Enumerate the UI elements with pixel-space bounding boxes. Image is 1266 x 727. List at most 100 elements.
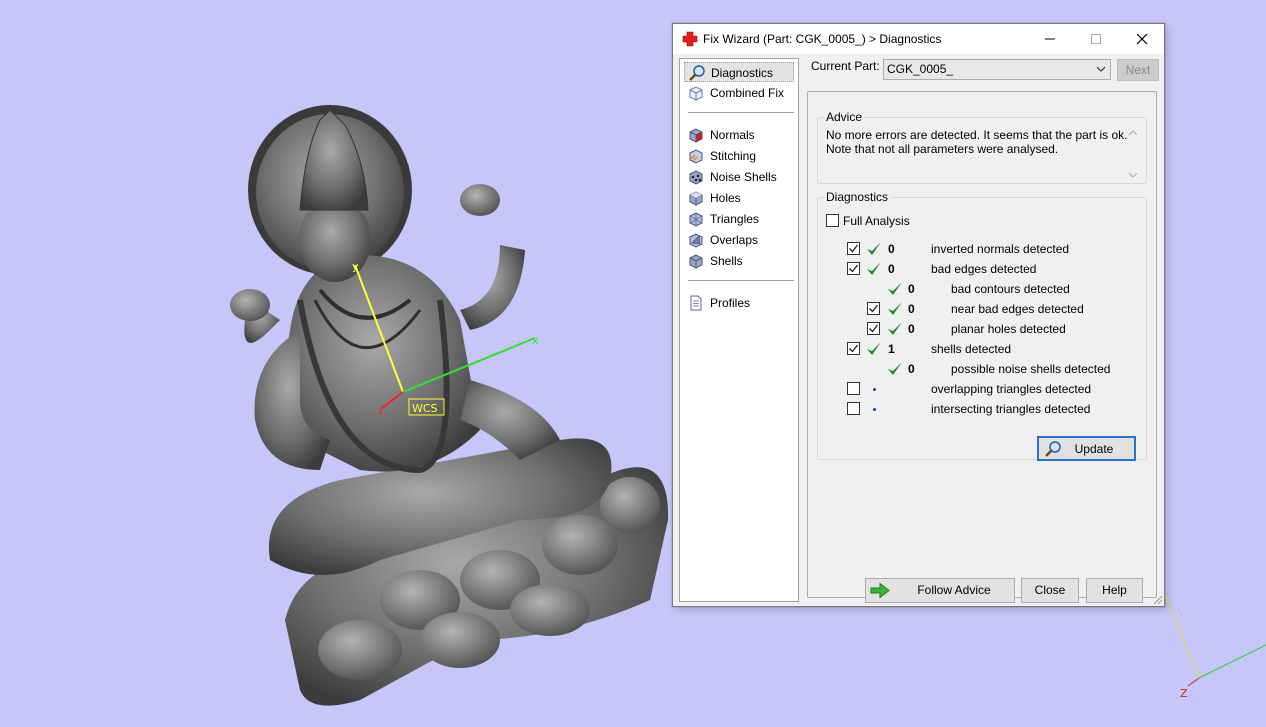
green-arrow-icon <box>870 582 890 599</box>
diagnostics-title: Diagnostics <box>824 190 891 204</box>
nav-label: Profiles <box>710 296 751 310</box>
green-check-icon <box>888 302 902 315</box>
row-count: 0 <box>908 322 915 336</box>
row-checkbox[interactable] <box>847 242 860 255</box>
nav-item-triangles[interactable]: Triangles <box>684 209 794 229</box>
green-check-icon <box>888 362 902 375</box>
nav-label: Normals <box>710 128 755 142</box>
resize-grip-icon[interactable] <box>1151 593 1163 605</box>
row-checkbox[interactable] <box>867 322 880 335</box>
close-window-button[interactable] <box>1119 24 1165 54</box>
advice-scrollbar[interactable] <box>1126 128 1140 182</box>
row-count: 0 <box>908 362 915 376</box>
nav-item-overlaps[interactable]: Overlaps <box>684 230 794 250</box>
advice-line-1: No more errors are detected. It seems th… <box>826 128 1128 142</box>
nav-item-normals[interactable]: Normals <box>684 125 794 145</box>
diag-row-noise-shells: 0 possible noise shells detected <box>818 360 1138 378</box>
diagnostics-panel: Advice No more errors are detected. It s… <box>807 91 1157 598</box>
diag-row-near-bad-edges: 0 near bad edges detected <box>818 300 1138 318</box>
follow-advice-label: Follow Advice <box>917 583 991 597</box>
checkmark-icon <box>869 324 879 333</box>
nav-label: Stitching <box>710 149 757 163</box>
nav-divider <box>688 280 794 281</box>
row-count: 0 <box>908 302 915 316</box>
row-checkbox[interactable] <box>847 342 860 355</box>
row-text: near bad edges detected <box>951 302 1084 316</box>
statue-model <box>230 105 669 706</box>
current-part-label: Current Part: <box>811 59 880 73</box>
pending-dot-icon <box>873 408 876 411</box>
update-button[interactable]: Update <box>1037 436 1136 461</box>
row-count: 0 <box>888 262 895 276</box>
help-button[interactable]: Help <box>1086 578 1143 603</box>
row-text: shells detected <box>931 342 1012 356</box>
close-icon <box>1136 33 1148 45</box>
diag-row-inverted-normals: 0 inverted normals detected <box>818 240 1138 258</box>
current-part-value: CGK_0005_ <box>887 62 954 76</box>
nav-item-stitching[interactable]: Stitching <box>684 146 794 166</box>
wcs-y-label: y <box>352 260 359 273</box>
nav-item-noise-shells[interactable]: Noise Shells <box>684 167 794 187</box>
advice-group: Advice No more errors are detected. It s… <box>817 110 1147 184</box>
nav-label: Overlaps <box>710 233 759 247</box>
nav-item-combined-fix[interactable]: Combined Fix <box>684 83 794 103</box>
fix-wizard-dialog: Fix Wizard (Part: CGK_0005_) > Diagnosti… <box>672 23 1165 607</box>
nav-label: Triangles <box>710 212 759 226</box>
document-icon <box>690 295 702 311</box>
next-button[interactable]: Next <box>1117 59 1159 81</box>
checkmark-icon <box>849 264 859 273</box>
row-text: inverted normals detected <box>931 242 1070 256</box>
close-button[interactable]: Close <box>1021 578 1079 603</box>
nav-item-profiles[interactable]: Profiles <box>684 293 794 313</box>
wcs-x-label: x <box>532 334 539 347</box>
row-text: overlapping triangles detected <box>931 382 1092 396</box>
title-bar[interactable]: Fix Wizard (Part: CGK_0005_) > Diagnosti… <box>673 24 1164 54</box>
advice-text-box: No more errors are detected. It seems th… <box>826 128 1138 182</box>
nav-label: Holes <box>710 191 741 205</box>
nav-label: Shells <box>710 254 743 268</box>
row-checkbox[interactable] <box>867 302 880 315</box>
row-checkbox[interactable] <box>847 402 860 415</box>
diag-row-intersecting-triangles: intersecting triangles detected <box>818 400 1138 418</box>
checkmark-icon <box>869 304 879 313</box>
stitching-icon <box>689 149 703 164</box>
nav-item-shells[interactable]: Shells <box>684 251 794 271</box>
pending-dot-icon <box>873 388 876 391</box>
current-part-select[interactable]: CGK_0005_ <box>883 59 1111 80</box>
row-count: 0 <box>908 282 915 296</box>
row-count: 1 <box>888 342 895 356</box>
advice-line-2: Note that not all parameters were analys… <box>826 142 1059 156</box>
row-text: bad contours detected <box>951 282 1070 296</box>
row-checkbox[interactable] <box>847 382 860 395</box>
nav-label: Noise Shells <box>710 170 777 184</box>
shells-icon <box>689 254 703 269</box>
nav-label: Combined Fix <box>710 86 785 100</box>
advice-title: Advice <box>824 110 865 124</box>
row-count: 0 <box>888 242 895 256</box>
row-text: possible noise shells detected <box>951 362 1111 376</box>
full-analysis-checkbox[interactable]: Full Analysis <box>826 212 946 230</box>
view-axis-indicator: Z <box>1164 594 1266 700</box>
triangles-icon <box>689 212 703 227</box>
full-analysis-box[interactable] <box>826 214 839 227</box>
window-title: Fix Wizard (Part: CGK_0005_) > Diagnosti… <box>703 32 942 46</box>
diag-row-planar-holes: 0 planar holes detected <box>818 320 1138 338</box>
row-text: intersecting triangles detected <box>931 402 1091 416</box>
nav-item-diagnostics[interactable]: Diagnostics <box>684 62 794 82</box>
maximize-icon <box>1091 34 1101 44</box>
maximize-button[interactable] <box>1073 24 1119 54</box>
diag-row-bad-contours: 0 bad contours detected <box>818 280 1138 298</box>
minimize-button[interactable] <box>1027 24 1073 54</box>
red-cross-icon <box>682 31 698 47</box>
nav-divider <box>688 112 794 113</box>
follow-advice-button[interactable]: Follow Advice <box>865 578 1015 603</box>
row-text: bad edges detected <box>931 262 1037 276</box>
checkmark-icon <box>849 344 859 353</box>
diag-row-overlapping-triangles: overlapping triangles detected <box>818 380 1138 398</box>
wizard-nav-panel: Diagnostics Combined Fix Normals Stitchi… <box>679 58 799 602</box>
green-check-icon <box>867 342 881 355</box>
row-checkbox[interactable] <box>847 262 860 275</box>
nav-item-holes[interactable]: Holes <box>684 188 794 208</box>
noise-shells-icon <box>689 170 703 185</box>
cube-outline-icon <box>689 86 703 101</box>
